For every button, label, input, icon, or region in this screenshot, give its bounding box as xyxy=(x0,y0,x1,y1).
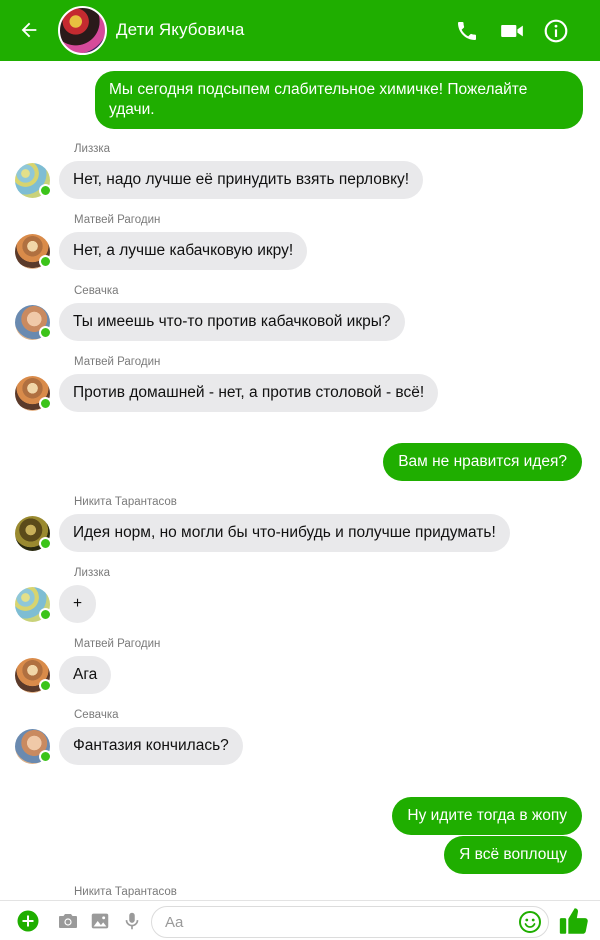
sender-name: Лиззка xyxy=(74,567,111,579)
gallery-button[interactable] xyxy=(88,909,112,933)
incoming-message[interactable]: Идея норм, но могли бы что-нибудь и полу… xyxy=(59,514,510,552)
online-status-dot xyxy=(39,255,52,268)
online-status-dot xyxy=(39,397,52,410)
camera-icon xyxy=(59,914,77,928)
outgoing-message[interactable]: Мы сегодня подсыпем слабительное химичке… xyxy=(95,71,583,129)
incoming-message[interactable]: Нет, а лучше кабачковую икру! xyxy=(59,232,308,270)
online-status-dot xyxy=(39,608,52,621)
smiley-icon[interactable] xyxy=(518,910,542,934)
chat-title[interactable]: Дети Якубовича xyxy=(116,20,244,40)
outgoing-message[interactable]: Ну идите тогда в жопу xyxy=(392,797,582,835)
incoming-message[interactable]: Ага xyxy=(59,656,112,694)
plus-circle-icon xyxy=(17,910,39,932)
group-avatar[interactable] xyxy=(58,6,107,55)
message-input[interactable] xyxy=(151,906,549,938)
back-button[interactable] xyxy=(14,15,44,45)
online-status-dot xyxy=(39,537,52,550)
sender-name: Севачка xyxy=(74,285,119,297)
arrow-left-icon xyxy=(21,22,37,38)
video-call-button[interactable] xyxy=(498,17,526,45)
chat-header: Дети Якубовича xyxy=(0,0,600,61)
video-camera-icon xyxy=(501,25,523,37)
incoming-message[interactable]: + xyxy=(59,585,97,623)
phone-icon xyxy=(458,22,476,40)
sender-name: Матвей Рагодин xyxy=(74,356,161,368)
info-button[interactable] xyxy=(542,17,570,45)
sender-name: Матвей Рагодин xyxy=(74,638,161,650)
incoming-message[interactable]: Фантазия кончилась? xyxy=(59,727,243,765)
incoming-message[interactable]: Ты имеешь что-то против кабачковой икры? xyxy=(59,303,405,341)
sender-name: Лиззка xyxy=(74,143,111,155)
online-status-dot xyxy=(39,750,52,763)
sender-name: Никита Тарантасов xyxy=(74,886,177,898)
incoming-message[interactable]: Нет, надо лучше её принудить взять перло… xyxy=(59,161,424,199)
message-composer xyxy=(0,900,600,940)
camera-button[interactable] xyxy=(56,909,80,933)
more-actions-button[interactable] xyxy=(16,909,40,933)
online-status-dot xyxy=(39,326,52,339)
sender-name: Матвей Рагодин xyxy=(74,214,161,226)
thumbs-up-icon[interactable] xyxy=(557,904,591,938)
image-icon xyxy=(91,913,109,929)
voice-record-button[interactable] xyxy=(120,909,144,933)
incoming-message[interactable]: Против домашней - нет, а против столовой… xyxy=(59,374,439,412)
microphone-icon xyxy=(125,912,139,930)
online-status-dot xyxy=(39,679,52,692)
outgoing-message[interactable]: Я всё воплощу xyxy=(444,836,582,874)
call-button[interactable] xyxy=(453,17,481,45)
online-status-dot xyxy=(39,184,52,197)
sender-name: Никита Тарантасов xyxy=(74,496,177,508)
outgoing-message[interactable]: Вам не нравится идея? xyxy=(383,443,582,481)
sender-name: Севачка xyxy=(74,709,119,721)
info-icon xyxy=(544,19,568,43)
